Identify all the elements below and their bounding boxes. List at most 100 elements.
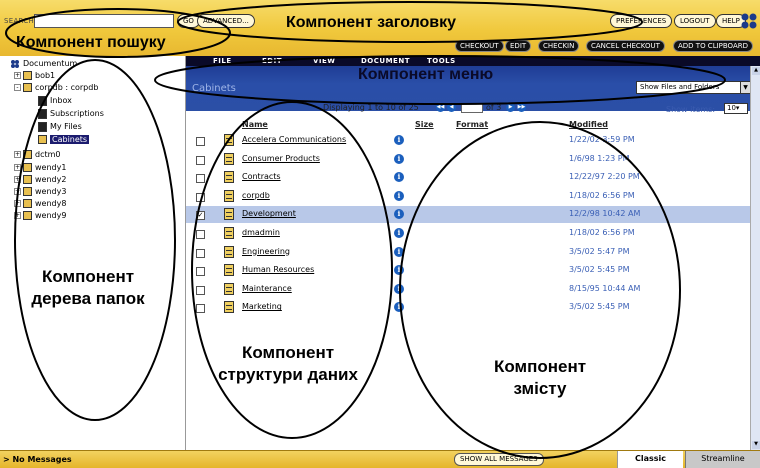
vertical-scrollbar[interactable]: ▲ ▼ (750, 66, 760, 450)
tree-item-wendy2[interactable]: + wendy2 (14, 174, 66, 185)
row-name-link[interactable]: Human Resources (242, 265, 314, 274)
tree-item-label: wendy9 (35, 211, 67, 220)
info-icon[interactable]: i (394, 246, 404, 257)
row-name-link[interactable]: Mainterance (242, 284, 292, 293)
table-row[interactable]: Accelera Communications i 1/22/02 3:59 PM (186, 132, 750, 149)
tree-item-my-files[interactable]: My Files (38, 121, 82, 132)
row-name-link[interactable]: Development (242, 209, 296, 218)
info-icon[interactable]: i (394, 265, 404, 276)
logout-button[interactable]: LOGOUT (674, 14, 716, 28)
checkout-button[interactable]: CHECKOUT (455, 40, 504, 52)
info-icon[interactable]: i (394, 302, 404, 313)
collapse-icon[interactable]: - (14, 84, 21, 91)
expand-icon[interactable]: + (14, 212, 21, 219)
tab-streamline[interactable]: Streamline (685, 451, 760, 468)
row-checkbox[interactable] (196, 304, 205, 314)
show-filter-select[interactable]: Show Files and Folders ▼ (636, 81, 751, 94)
tree-root[interactable]: Documentum (10, 58, 77, 69)
table-row[interactable]: Consumer Products i 1/6/98 1:23 PM (186, 151, 750, 168)
row-name-link[interactable]: corpdb (242, 191, 270, 200)
menu-file[interactable]: FILE (213, 56, 232, 66)
table-row[interactable]: Mainterance i 8/15/95 10:44 AM (186, 281, 750, 298)
menu-edit[interactable]: EDIT (262, 56, 282, 66)
next-page-icon[interactable]: ▶ (506, 103, 515, 112)
row-name-link[interactable]: Consumer Products (242, 154, 320, 163)
annotation-menu: Компонент меню (358, 66, 494, 83)
info-icon[interactable]: i (394, 172, 404, 183)
scroll-down-icon[interactable]: ▼ (752, 441, 760, 449)
table-row[interactable]: corpdb i 1/18/02 6:56 PM (186, 188, 750, 205)
table-row[interactable]: Marketing i 3/5/02 5:45 PM (186, 299, 750, 316)
chevron-down-icon[interactable]: ▼ (740, 82, 750, 93)
row-checkbox[interactable]: ✓ (196, 211, 205, 221)
tree-item-label: My Files (50, 122, 82, 131)
search-input[interactable] (34, 14, 174, 28)
tree-item-wendy8[interactable]: + wendy8 (14, 198, 66, 209)
expand-icon[interactable]: + (14, 151, 21, 158)
tab-classic[interactable]: Classic (617, 451, 683, 468)
table-row[interactable]: Human Resources i 3/5/02 5:45 PM (186, 262, 750, 279)
status-bar: > No Messages SHOW ALL MESSAGES Classic … (0, 450, 760, 468)
tree-item-subscriptions[interactable]: Subscriptions (38, 108, 104, 119)
scroll-up-icon[interactable]: ▲ (752, 67, 760, 75)
info-icon[interactable]: i (394, 228, 404, 238)
table-row[interactable]: Contracts i 12/22/97 2:20 PM (186, 169, 750, 186)
preferences-button[interactable]: PREFERENCES (610, 14, 673, 28)
row-checkbox[interactable] (196, 230, 205, 239)
column-header-format[interactable]: Format (456, 120, 488, 129)
info-icon[interactable]: i (394, 283, 404, 294)
edit-button[interactable]: EDIT (505, 40, 532, 52)
row-checkbox[interactable] (196, 248, 205, 258)
row-name-link[interactable]: Marketing (242, 302, 282, 311)
row-name-link[interactable]: Contracts (242, 172, 281, 181)
column-header-modified[interactable]: Modified (569, 120, 608, 129)
expand-icon[interactable]: + (14, 176, 21, 183)
row-checkbox[interactable] (196, 285, 205, 295)
menu-tools[interactable]: TOOLS (427, 56, 456, 66)
last-page-icon[interactable]: ▶▶ (517, 103, 526, 112)
menu-view[interactable]: VIEW (313, 56, 336, 66)
info-icon[interactable]: i (394, 153, 404, 164)
add-to-clipboard-button[interactable]: ADD TO CLIPBOARD (673, 40, 753, 52)
cabinet-icon (224, 227, 234, 239)
row-checkbox[interactable] (196, 155, 205, 165)
row-name-link[interactable]: Engineering (242, 247, 290, 256)
tree-item-corpdb[interactable]: - corpdb : corpdb (14, 82, 98, 93)
first-page-icon[interactable]: ◀◀ (436, 103, 445, 112)
row-checkbox[interactable] (196, 137, 205, 146)
tree-item-dctm0[interactable]: + dctm0 (14, 149, 61, 160)
tree-item-inbox[interactable]: Inbox (38, 95, 72, 106)
tree-item-cabinets[interactable]: Cabinets (38, 134, 90, 145)
row-checkbox[interactable] (196, 267, 205, 277)
expand-icon[interactable]: + (14, 200, 21, 207)
table-row[interactable]: dmadmin i 1/18/02 6:56 PM (186, 225, 750, 242)
page-number-input[interactable] (461, 103, 483, 113)
expand-icon[interactable]: + (14, 72, 21, 79)
advanced-search-button[interactable]: ADVANCED... (197, 14, 255, 28)
tree-item-wendy1[interactable]: + wendy1 (14, 162, 66, 173)
info-icon[interactable]: i (394, 135, 404, 145)
expand-icon[interactable]: + (14, 164, 21, 171)
show-items-select[interactable]: 10▾ (724, 103, 748, 114)
previous-page-icon[interactable]: ◀ (447, 103, 456, 112)
expand-icon[interactable]: + (14, 188, 21, 195)
my-files-icon (38, 121, 47, 132)
tree-item-wendy9[interactable]: + wendy9 (14, 210, 66, 221)
info-icon[interactable]: i (394, 209, 404, 220)
row-name-link[interactable]: Accelera Communications (242, 135, 346, 144)
row-checkbox[interactable] (196, 174, 205, 184)
info-icon[interactable]: i (394, 190, 404, 201)
menu-document[interactable]: DOCUMENT (361, 56, 410, 66)
cancel-checkout-button[interactable]: CANCEL CHECKOUT (586, 40, 665, 52)
row-checkbox[interactable] (196, 192, 205, 202)
tree-item-bob1[interactable]: + bob1 (14, 70, 55, 81)
tree-item-wendy3[interactable]: + wendy3 (14, 186, 66, 197)
menu-bar: FILE EDIT VIEW DOCUMENT TOOLS (186, 56, 760, 66)
table-row[interactable]: Engineering i 3/5/02 5:47 PM (186, 244, 750, 261)
column-header-name[interactable]: Name (242, 120, 268, 129)
show-all-messages-button[interactable]: SHOW ALL MESSAGES (454, 453, 544, 466)
row-name-link[interactable]: dmadmin (242, 228, 280, 237)
checkin-button[interactable]: CHECKIN (538, 40, 580, 52)
table-row[interactable]: ✓ Development i 12/2/98 10:42 AM (186, 206, 750, 224)
column-header-size[interactable]: Size (415, 120, 434, 129)
